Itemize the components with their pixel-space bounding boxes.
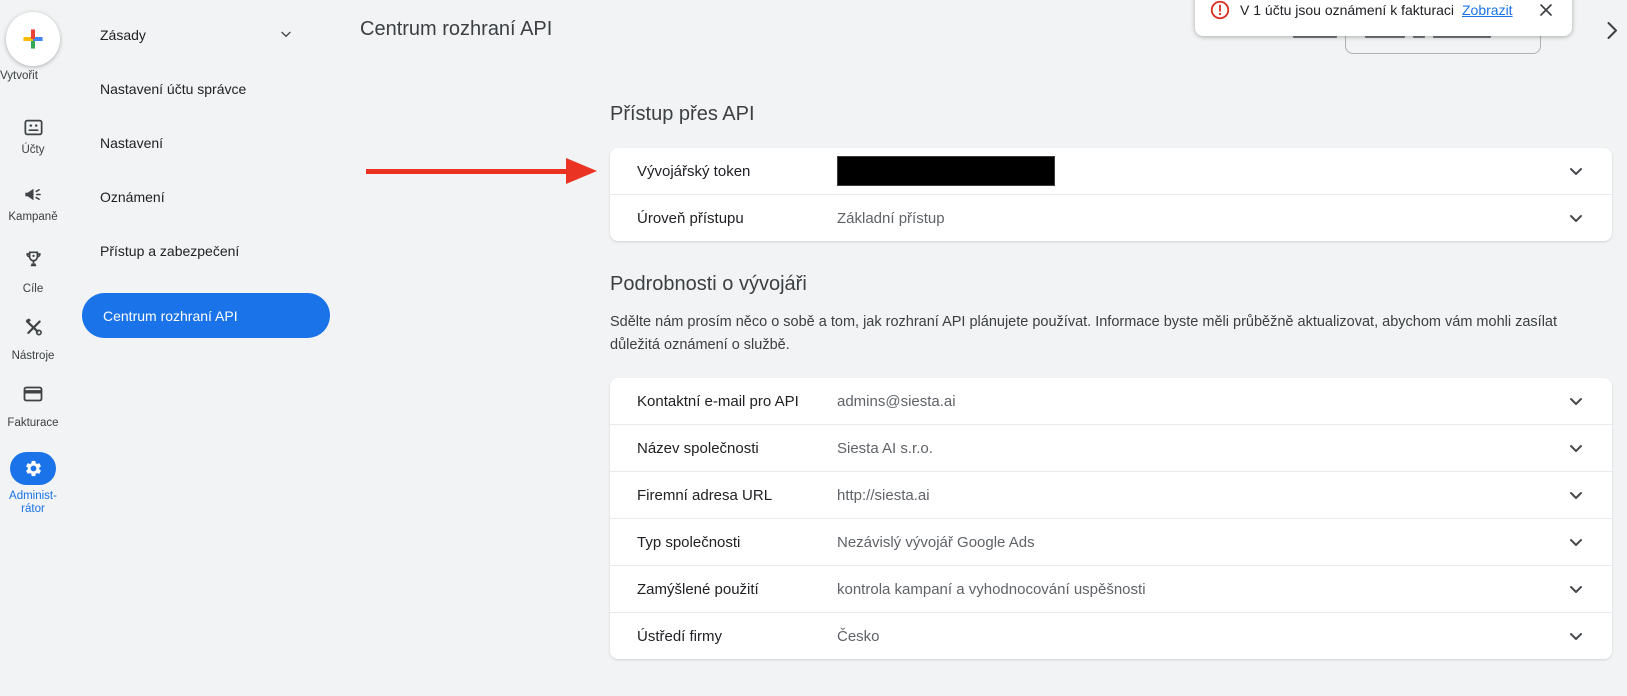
- sidebar-item-billing[interactable]: Fakturace: [0, 382, 66, 429]
- sidebar-item-accounts[interactable]: Účty: [0, 116, 66, 156]
- chevron-down-icon[interactable]: [1564, 389, 1588, 418]
- row-label: Ústředí firmy: [637, 628, 837, 645]
- developer-details-card: Kontaktní e-mail pro API admins@siesta.a…: [610, 378, 1612, 659]
- sidebar-item-admin-label-line2: rátor: [0, 503, 66, 516]
- table-row-developer-token[interactable]: Vývojářský token: [610, 148, 1612, 194]
- page-title: Centrum rozhraní API: [360, 18, 552, 41]
- chevron-down-icon[interactable]: [1564, 624, 1588, 653]
- row-value: admins@siesta.ai: [837, 393, 956, 410]
- subnav-item-label: Oznámení: [100, 189, 165, 205]
- subnav-item-label: Centrum rozhraní API: [103, 308, 238, 324]
- subnav-item-oznameni[interactable]: Oznámení: [100, 189, 315, 205]
- billing-notification-banner: V 1 účtu jsou oznámení k fakturaci Zobra…: [1195, 0, 1572, 36]
- alert-icon: [1209, 0, 1231, 21]
- accounts-card-icon: [22, 126, 45, 143]
- row-value: Česko: [837, 628, 880, 645]
- red-annotation-arrow: [366, 169, 568, 174]
- row-label: Vývojářský token: [637, 163, 837, 180]
- table-row-company-name[interactable]: Název společnosti Siesta AI s.r.o.: [610, 424, 1612, 471]
- trophy-icon: [22, 258, 45, 275]
- multicolor-plus-icon: [18, 24, 48, 54]
- row-label: Zamýšlené použití: [637, 581, 837, 598]
- sidebar-item-goals[interactable]: Cíle: [0, 248, 66, 295]
- row-label: Kontaktní e-mail pro API: [637, 393, 837, 410]
- google-ads-admin-screen: Vytvořit Účty Kampaně: [0, 0, 1627, 696]
- sidebar-item-admin[interactable]: [10, 452, 56, 485]
- chevron-right-icon[interactable]: [1600, 18, 1624, 47]
- create-label: Vytvořit: [0, 70, 66, 82]
- megaphone-icon: [22, 193, 45, 210]
- row-value: kontrola kampaní a vyhodnocování uspěšno…: [837, 581, 1146, 598]
- icon-rail: Vytvořit Účty Kampaně: [0, 0, 66, 696]
- sidebar-item-tools-label: Nástroje: [0, 350, 66, 362]
- row-value: http://siesta.ai: [837, 487, 930, 504]
- chevron-down-icon[interactable]: [1564, 159, 1588, 188]
- sidebar-item-campaigns-label: Kampaně: [0, 211, 66, 223]
- tools-icon: [22, 326, 45, 343]
- chevron-down-icon[interactable]: [1564, 530, 1588, 559]
- sidebar-item-accounts-label: Účty: [0, 144, 66, 156]
- notification-message: V 1 účtu jsou oznámení k fakturaci: [1240, 2, 1454, 18]
- subnav-item-zasady-label: Zásady: [100, 27, 146, 43]
- section-heading-api-access: Přístup přes API: [610, 103, 755, 126]
- subnav-item-nastaveni[interactable]: Nastavení: [100, 135, 315, 151]
- row-value: Siesta AI s.r.o.: [837, 440, 933, 457]
- row-value: Základní přístup: [837, 210, 945, 227]
- notification-action-link[interactable]: Zobrazit: [1462, 2, 1513, 18]
- close-icon[interactable]: [1536, 0, 1556, 20]
- subnav-item-centrum-rozhrani-api-active[interactable]: Centrum rozhraní API: [82, 293, 330, 338]
- table-row-headquarters[interactable]: Ústředí firmy Česko: [610, 612, 1612, 659]
- sidebar-item-billing-label: Fakturace: [0, 417, 66, 429]
- subnav-item-label: Nastavení: [100, 135, 163, 151]
- developer-details-description: Sdělte nám prosím něco o sobě a tom, jak…: [610, 311, 1558, 357]
- sidebar-item-admin-label-line1: Administ-: [0, 490, 66, 503]
- table-row-company-url[interactable]: Firemní adresa URL http://siesta.ai: [610, 471, 1612, 518]
- chevron-down-icon[interactable]: [1564, 436, 1588, 465]
- subnav-item-label: Přístup a zabezpečení: [100, 243, 239, 259]
- table-row-company-type[interactable]: Typ společnosti Nezávislý vývojář Google…: [610, 518, 1612, 565]
- subnav-item-nastaveni-uctu-spravce[interactable]: Nastavení účtu správce: [100, 81, 315, 97]
- sidebar-item-tools[interactable]: Nástroje: [0, 316, 66, 362]
- row-label: Úroveň přístupu: [637, 210, 837, 227]
- subnav-item-label: Nastavení účtu správce: [100, 81, 246, 97]
- row-label: Název společnosti: [637, 440, 837, 457]
- row-label: Firemní adresa URL: [637, 487, 837, 504]
- section-heading-developer-details: Podrobnosti o vývojáři: [610, 273, 807, 296]
- row-value: Nezávislý vývojář Google Ads: [837, 534, 1035, 551]
- table-row-access-level[interactable]: Úroveň přístupu Základní přístup: [610, 194, 1612, 241]
- subnav-item-pristup-a-zabezpeceni[interactable]: Přístup a zabezpečení: [100, 243, 315, 259]
- table-row-intended-use[interactable]: Zamýšlené použití kontrola kampaní a vyh…: [610, 565, 1612, 612]
- red-annotation-arrow-head: [566, 158, 597, 184]
- create-button[interactable]: [6, 12, 60, 66]
- credit-card-icon: [21, 393, 45, 410]
- table-row-contact-email[interactable]: Kontaktní e-mail pro API admins@siesta.a…: [610, 378, 1612, 424]
- redacted-token-value: [837, 156, 1055, 186]
- gear-icon: [24, 459, 43, 478]
- chevron-down-icon[interactable]: [1564, 206, 1588, 235]
- chevron-down-icon[interactable]: [1564, 483, 1588, 512]
- api-access-card: Vývojářský token Úroveň přístupu Základn…: [610, 148, 1612, 241]
- sidebar-item-goals-label: Cíle: [0, 283, 66, 295]
- chevron-down-icon[interactable]: [1564, 577, 1588, 606]
- chevron-down-icon[interactable]: [278, 26, 294, 47]
- sidebar-item-campaigns[interactable]: Kampaně: [0, 183, 66, 223]
- row-label: Typ společnosti: [637, 534, 837, 551]
